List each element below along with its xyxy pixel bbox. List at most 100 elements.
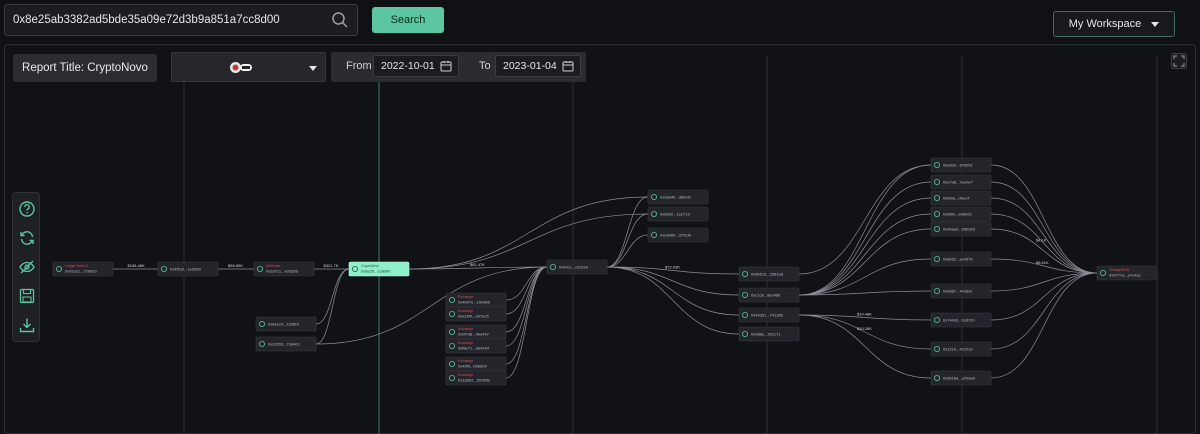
- address-node[interactable]: 0xd3a40...d82ef1: [647, 189, 709, 205]
- address-node[interactable]: 0x0002...1ce713: [647, 206, 709, 222]
- node-address-label: 0x1216...4c2219: [943, 347, 973, 352]
- workspace-dropdown[interactable]: My Workspace: [1053, 11, 1175, 37]
- address-node[interactable]: CryptoNovo0x8e25...cc8d00: [348, 261, 410, 277]
- node-tag: Unknown: [266, 264, 280, 268]
- address-node[interactable]: Exchange0xa1f90...e07ec5: [445, 306, 507, 322]
- graph-edge[interactable]: [990, 272, 1098, 350]
- address-node[interactable]: 0x6e1c4...16380f: [255, 316, 317, 332]
- node-address-label: 0x8b513...2581e8: [751, 272, 784, 277]
- report-title[interactable]: Report Title: CryptoNovo: [13, 54, 157, 82]
- graph-canvas[interactable]: $158.46K $68.89K $321.7K $81.47K $72.03K $10.…: [4, 44, 1196, 434]
- address-node[interactable]: Exchange0x46f9...bb6629: [445, 356, 507, 372]
- node-address-label: 0xc0203...73d4c0: [268, 342, 300, 347]
- workspace-label: My Workspace: [1068, 18, 1142, 30]
- address-node[interactable]: 0x45a51...741186: [738, 307, 800, 323]
- help-icon[interactable]: [18, 200, 36, 218]
- node-address-label: 0x4bae0...83bd16: [943, 227, 976, 232]
- search-box[interactable]: [4, 4, 358, 36]
- address-node[interactable]: 0x4f5c6...1e2b60: [157, 261, 219, 277]
- node-address-label: 0x0002...1ce713: [660, 212, 690, 217]
- graph-edge[interactable]: [505, 266, 548, 365]
- address-node[interactable]: Exchange0xf8e71...ab4244: [445, 338, 507, 354]
- edge-amount-label: $321.7K: [324, 263, 339, 268]
- calendar-icon[interactable]: [440, 60, 452, 72]
- graph-edge[interactable]: [315, 268, 350, 325]
- address-node[interactable]: 0xd86e...2bc171: [738, 326, 800, 342]
- graph-edge[interactable]: [408, 213, 649, 270]
- graph-edge[interactable]: [990, 272, 1098, 379]
- expand-button[interactable]: [1171, 53, 1187, 69]
- address-node[interactable]: 0xc0203...73d4c0: [255, 336, 317, 352]
- token-logo-icon: [230, 62, 252, 73]
- side-toolbar: [12, 192, 40, 342]
- to-label: To: [479, 60, 491, 72]
- address-node[interactable]: 0xe6b60...37f1d0: [647, 227, 709, 243]
- graph-edge[interactable]: [798, 213, 932, 296]
- address-node[interactable]: 0x4bae0...83bd16: [930, 221, 992, 237]
- graph-edge[interactable]: [798, 164, 932, 296]
- download-icon[interactable]: [18, 316, 36, 334]
- graph-edge[interactable]: [798, 258, 932, 296]
- address-node[interactable]: 0x744cb...0c8720: [930, 312, 992, 328]
- from-date-field[interactable]: 2022-10-01: [373, 55, 459, 77]
- graph-edge[interactable]: [408, 196, 649, 270]
- save-icon[interactable]: [18, 287, 36, 305]
- node-address-label: 0x8687...4418af: [943, 289, 973, 294]
- graph-edge[interactable]: [606, 196, 649, 268]
- hide-icon[interactable]: [18, 258, 36, 276]
- address-node[interactable]: 0xe7a8...7ee0e7: [930, 174, 992, 190]
- address-node[interactable]: 0x8b52...ac4376: [930, 251, 992, 267]
- node-tag: Exchange: [458, 309, 473, 313]
- to-date-field[interactable]: 2023-01-04: [495, 55, 581, 77]
- node-address-label: 0x45a51...741186: [751, 313, 784, 318]
- node-address-label: 0x1a5b2...55789e: [458, 378, 491, 383]
- top-bar: Search My Workspace: [0, 0, 1200, 44]
- graph-edge[interactable]: [606, 266, 740, 316]
- address-node[interactable]: 0xf60a...d0ec4: [930, 190, 992, 206]
- edge-amount-label: $10.28K: [857, 326, 872, 331]
- graph-edge[interactable]: [990, 164, 1098, 274]
- address-node[interactable]: Unknown0x2a7c1...e03206: [253, 261, 315, 277]
- node-tag: Exchange: [458, 341, 473, 345]
- graph-edge[interactable]: [798, 197, 932, 296]
- search-button[interactable]: Search: [372, 7, 444, 33]
- node-tag: CryptoNovo: [361, 264, 379, 268]
- graph-edge[interactable]: [606, 213, 649, 268]
- address-node[interactable]: 0xc1c8...8bc48b: [738, 287, 800, 303]
- graph-edge[interactable]: [798, 181, 932, 296]
- address-node[interactable]: ChangeNOW0x0777a...a7c4a1: [1096, 265, 1158, 281]
- from-date-value: 2022-10-01: [381, 60, 435, 72]
- address-node[interactable]: Ledger Nano X0x92ce1...7209c0: [52, 261, 114, 277]
- node-tag: Exchange: [458, 359, 473, 363]
- address-node[interactable]: 0xe833...87bd51: [930, 157, 992, 173]
- graph-edge[interactable]: [990, 272, 1098, 321]
- graph-edge[interactable]: [505, 266, 548, 347]
- address-node[interactable]: Exchange0x0f7d8...4be457: [445, 324, 507, 340]
- node-address-label: 0x8e25...cc8d00: [361, 269, 391, 274]
- graph-edge[interactable]: [505, 266, 548, 301]
- refresh-icon[interactable]: [18, 229, 36, 247]
- graph-edge[interactable]: [798, 314, 932, 379]
- address-node[interactable]: 0x9f90...e00e0b: [930, 206, 992, 222]
- address-node[interactable]: 0x8b513...2581e8: [738, 266, 800, 282]
- chevron-down-icon: [1151, 21, 1160, 27]
- node-address-label: 0x46f9...bb6629: [458, 364, 487, 369]
- edge-amount-label: $6.61K: [1036, 260, 1049, 265]
- address-node[interactable]: 0x1216...4c2219: [930, 341, 992, 357]
- search-icon[interactable]: [331, 11, 349, 29]
- search-input[interactable]: [13, 5, 323, 35]
- graph-edge[interactable]: [798, 164, 932, 275]
- token-select[interactable]: [171, 52, 326, 82]
- address-node[interactable]: 0x40cc...c0d1e0: [546, 259, 608, 275]
- calendar-icon[interactable]: [562, 60, 574, 72]
- graph-edge[interactable]: [315, 268, 350, 345]
- graph-edge[interactable]: [606, 266, 740, 335]
- graph-edge[interactable]: [315, 266, 548, 345]
- address-node[interactable]: Exchange0x4b97e...1908bb: [445, 292, 507, 308]
- address-node[interactable]: 0x8687...4418af: [930, 283, 992, 299]
- node-address-label: 0x40cc...c0d1e0: [559, 265, 589, 270]
- address-node[interactable]: Exchange0x1a5b2...55789e: [445, 370, 507, 386]
- node-address-label: 0x4b97e...1908bb: [458, 300, 491, 305]
- edge-amount-label: $4.1K: [1036, 238, 1047, 243]
- address-node[interactable]: 0x8518a...a7bae0: [930, 370, 992, 386]
